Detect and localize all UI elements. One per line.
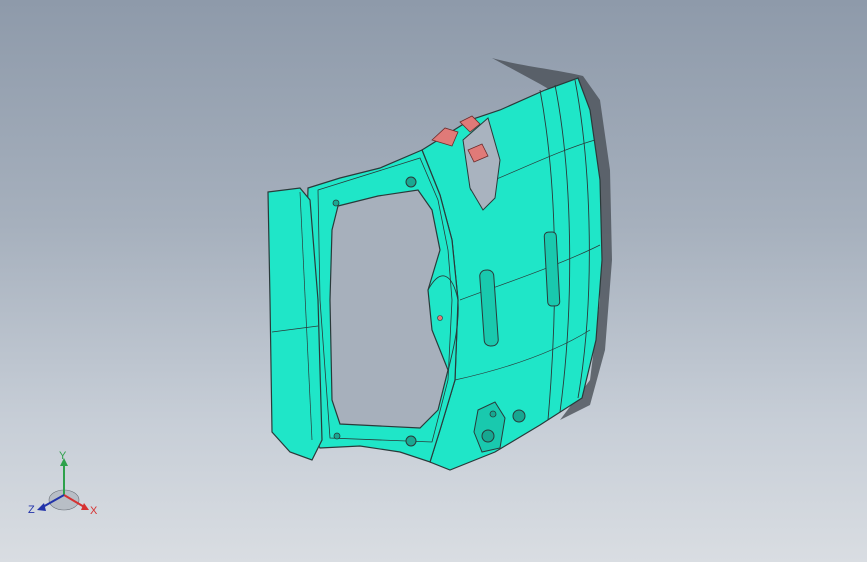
view-orientation-triad[interactable]: Y Z X	[26, 448, 106, 523]
boss-hole-3	[489, 410, 497, 418]
boss-hole-2	[512, 409, 526, 423]
3d-part-model[interactable]	[0, 0, 867, 562]
hole-3	[405, 435, 417, 447]
triad-z-label: Z	[28, 504, 35, 516]
hole-2	[332, 199, 340, 207]
hole-4	[333, 432, 341, 440]
triad-x-label: X	[90, 505, 98, 517]
boss-hole-1	[481, 429, 495, 443]
hole-1	[405, 176, 417, 188]
hole-5	[437, 315, 443, 321]
triad-y-label: Y	[59, 450, 67, 462]
window-opening	[329, 189, 449, 429]
graphics-viewport[interactable]: Y Z X	[0, 0, 867, 562]
